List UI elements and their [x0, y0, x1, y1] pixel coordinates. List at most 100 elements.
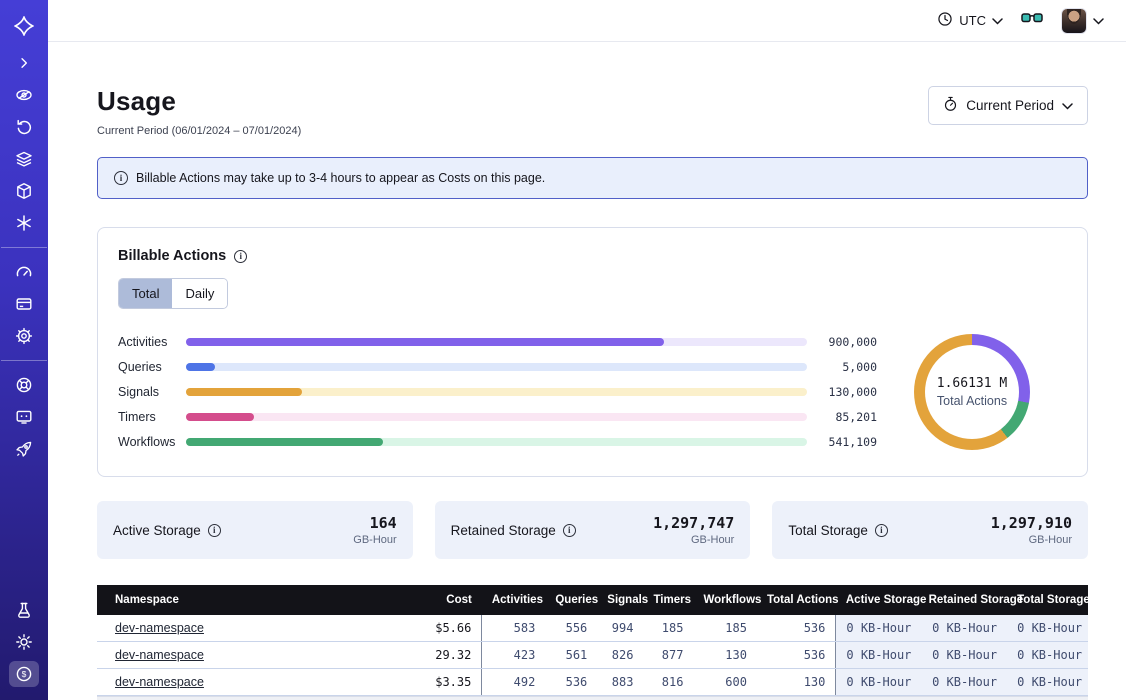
col-queries: Queries: [545, 585, 597, 615]
bar-row-timers: Timers 85,201: [118, 404, 877, 429]
user-menu[interactable]: [1061, 8, 1104, 34]
timers-value: 816: [643, 669, 693, 696]
namespace-link[interactable]: dev-namespace: [115, 648, 204, 662]
chevron-down-icon: [992, 13, 1003, 28]
col-namespace: Namespace: [97, 585, 395, 615]
total-storage-value: 0 KB-Hour: [1007, 642, 1088, 669]
history-icon[interactable]: [9, 114, 39, 140]
clock-icon: [937, 11, 953, 30]
info-icon[interactable]: i: [208, 524, 221, 537]
chevron-down-icon: [1062, 98, 1073, 113]
info-banner: i Billable Actions may take up to 3-4 ho…: [97, 157, 1088, 199]
total-storage-card: Total Storage i 1,297,910 GB-Hour: [772, 501, 1088, 559]
workflows-value: 130: [693, 642, 757, 669]
signals-value: 883: [597, 669, 643, 696]
billable-actions-card: Billable Actions i Total Daily Activitie…: [97, 227, 1088, 477]
page-subtitle: Current Period (06/01/2024 – 07/01/2024): [97, 125, 301, 137]
donut-total-value: 1.66131 M: [937, 376, 1007, 391]
bar-row-workflows: Workflows 541,109: [118, 429, 877, 454]
col-activities: Activities: [482, 585, 546, 615]
info-icon[interactable]: i: [875, 524, 888, 537]
info-banner-text: Billable Actions may take up to 3-4 hour…: [136, 171, 545, 185]
bar-value: 5,000: [807, 360, 877, 374]
cost-value: $5.66: [395, 615, 482, 642]
activities-value: 583: [482, 615, 546, 642]
bar-label: Queries: [118, 360, 186, 374]
total-actions-value: 536: [757, 615, 836, 642]
gear-icon[interactable]: [9, 323, 39, 349]
page-title: Usage: [97, 86, 301, 117]
workflows-value: 600: [693, 669, 757, 696]
svg-text:$: $: [22, 669, 27, 679]
bar-fill: [186, 413, 254, 421]
collapse-chevron-icon[interactable]: [9, 50, 39, 76]
stopwatch-icon: [943, 96, 958, 115]
col-total-storage: Total Storage: [1007, 585, 1088, 615]
bar-label: Signals: [118, 385, 186, 399]
col-cost: Cost: [395, 585, 482, 615]
table-row: dev-namespace $3.35 492 536 883 816 600 …: [97, 669, 1088, 696]
timezone-label: UTC: [959, 13, 986, 28]
flask-icon[interactable]: [9, 597, 39, 623]
storage-card-unit: GB-Hour: [991, 534, 1072, 546]
total-storage-value: 0 KB-Hour: [1007, 669, 1088, 696]
activities-value: 423: [482, 642, 546, 669]
cost-value: $3.35: [395, 669, 482, 696]
lifebuoy-icon[interactable]: [9, 372, 39, 398]
storage-summary-row: Active Storage i 164 GB-Hour Retained St…: [97, 501, 1088, 559]
temporal-logo-icon[interactable]: [9, 13, 39, 39]
billable-actions-bar-chart: Activities 900,000 Queries 5,000 Signals: [118, 329, 877, 454]
storage-card-label: Total Storage: [788, 523, 868, 538]
sidebar-divider: [1, 360, 47, 361]
info-icon: i: [114, 171, 128, 185]
asterisk-icon[interactable]: [9, 210, 39, 236]
active-storage-value: 0 KB-Hour: [836, 669, 919, 696]
col-total-actions: Total Actions: [757, 585, 836, 615]
gauge-icon[interactable]: [9, 259, 39, 285]
usage-dollar-icon[interactable]: $: [9, 661, 39, 687]
total-storage-value: 0 KB-Hour: [1007, 615, 1088, 642]
current-period-dropdown[interactable]: Current Period: [928, 86, 1088, 125]
bar-value: 541,109: [807, 435, 877, 449]
queries-value: 556: [545, 615, 597, 642]
sidebar-divider: [1, 247, 47, 248]
tab-daily[interactable]: Daily: [172, 279, 227, 308]
col-retained-storage: Retained Storage: [919, 585, 1008, 615]
retained-storage-card: Retained Storage i 1,297,747 GB-Hour: [435, 501, 751, 559]
timers-value: 185: [643, 615, 693, 642]
namespace-usage-table: Namespace Cost Activities Queries Signal…: [97, 585, 1088, 700]
rocket-icon[interactable]: [9, 436, 39, 462]
col-workflows: Workflows: [693, 585, 757, 615]
namespace-link[interactable]: dev-namespace: [115, 621, 204, 635]
glasses-icon[interactable]: [1021, 11, 1043, 30]
current-period-label: Current Period: [966, 98, 1054, 113]
bar-row-signals: Signals 130,000: [118, 379, 877, 404]
app-root: $ UTC Usage Current Period (06/01/20: [0, 0, 1126, 700]
timers-value: 877: [643, 642, 693, 669]
namespaces-icon[interactable]: [9, 82, 39, 108]
workflows-value: 185: [693, 615, 757, 642]
sun-icon[interactable]: [9, 629, 39, 655]
layers-icon[interactable]: [9, 146, 39, 172]
page-content: Usage Current Period (06/01/2024 – 07/01…: [48, 42, 1126, 700]
info-icon[interactable]: i: [563, 524, 576, 537]
bar-label: Activities: [118, 335, 186, 349]
chevron-down-icon: [1093, 12, 1104, 30]
storage-card-label: Retained Storage: [451, 523, 556, 538]
cube-icon[interactable]: [9, 178, 39, 204]
tab-total[interactable]: Total: [119, 279, 172, 308]
timezone-dropdown[interactable]: UTC: [937, 11, 1003, 30]
bar-track: [186, 413, 807, 421]
activities-value: 492: [482, 669, 546, 696]
monitor-icon[interactable]: [9, 404, 39, 430]
info-icon[interactable]: i: [234, 250, 247, 263]
signals-value: 826: [597, 642, 643, 669]
namespace-link[interactable]: dev-namespace: [115, 675, 204, 689]
topbar: UTC: [48, 0, 1126, 42]
storage-card-label: Active Storage: [113, 523, 201, 538]
queries-value: 536: [545, 669, 597, 696]
bar-track: [186, 388, 807, 396]
cost-value: 29.32: [395, 642, 482, 669]
card-icon[interactable]: [9, 291, 39, 317]
main-area: UTC Usage Current Period (06/01/2024 – 0…: [48, 0, 1126, 700]
